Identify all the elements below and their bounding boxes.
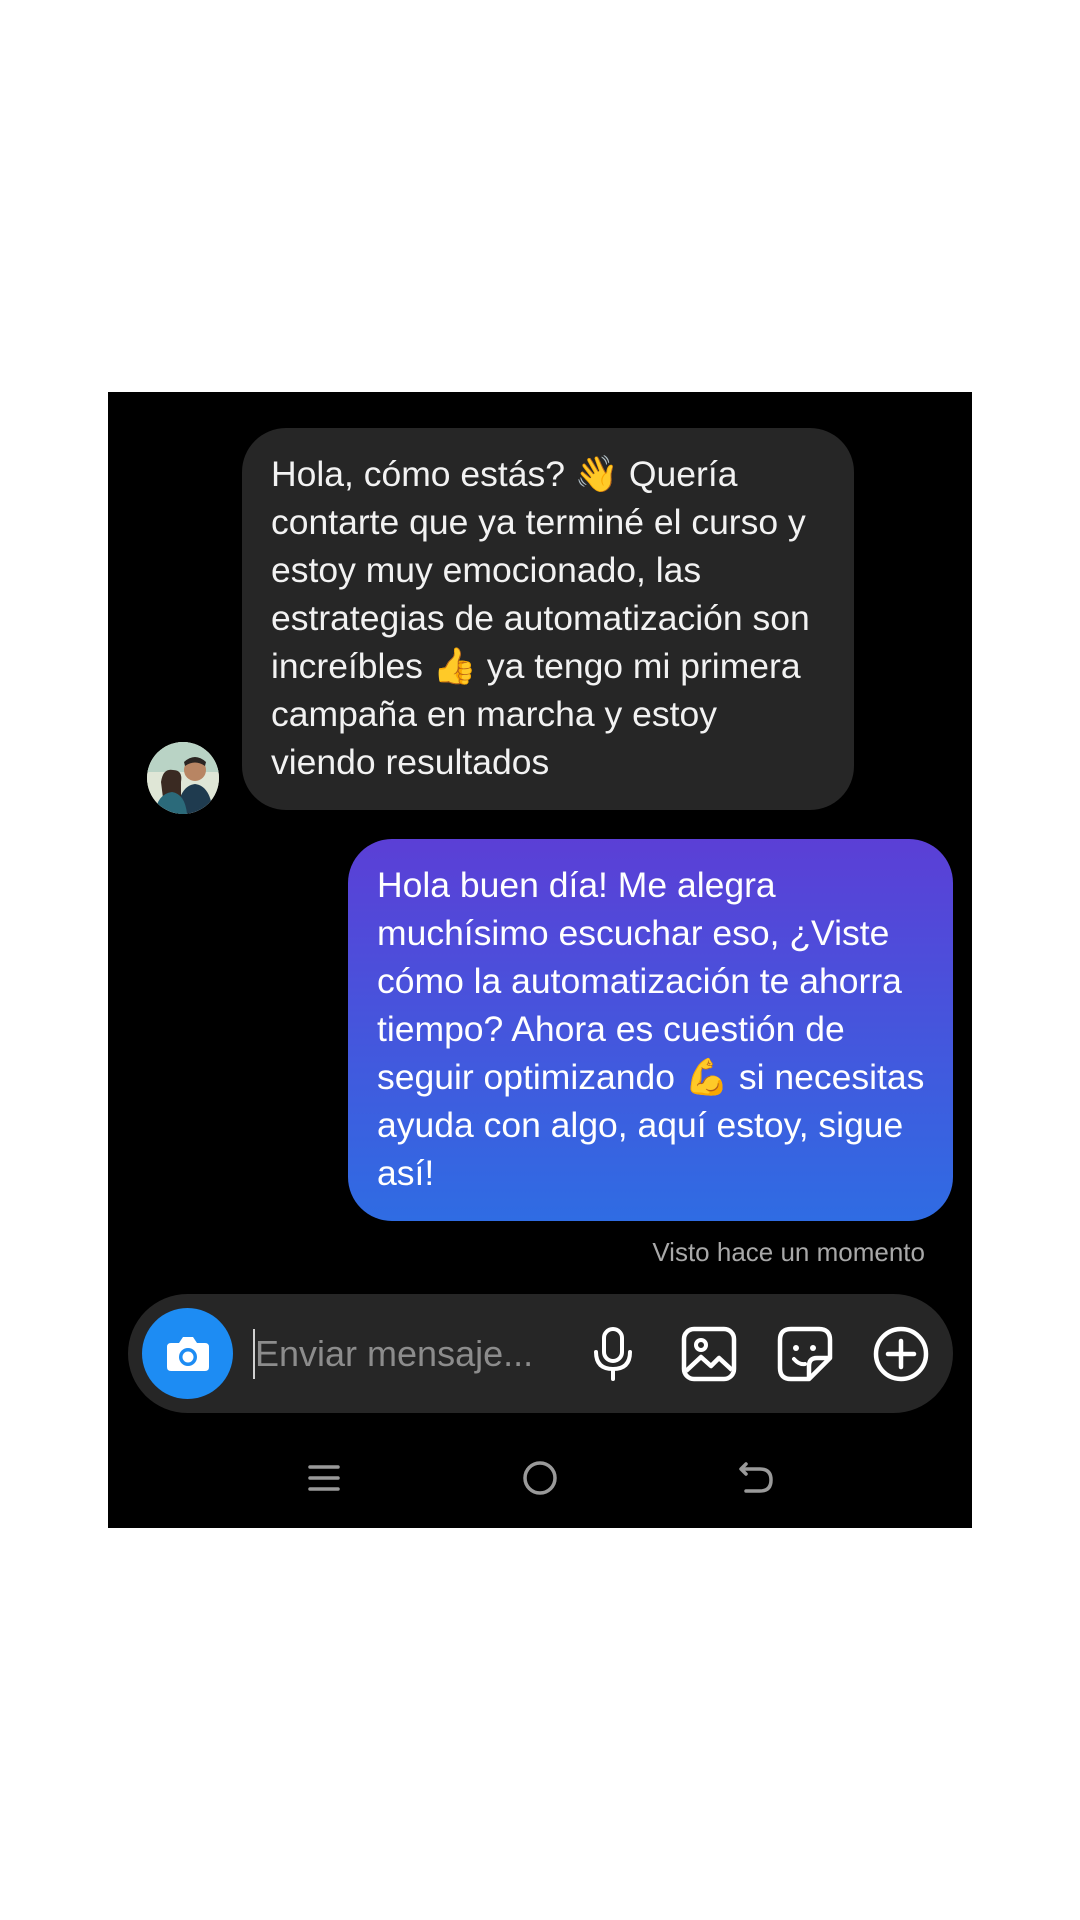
system-navigation-bar xyxy=(108,1437,972,1517)
gallery-icon xyxy=(681,1326,737,1382)
camera-button[interactable] xyxy=(142,1308,233,1399)
sticker-icon xyxy=(777,1326,833,1382)
message-composer xyxy=(128,1294,953,1413)
contact-avatar[interactable] xyxy=(147,742,219,814)
incoming-message-text: Hola, cómo estás? 👋 Quería contarte que … xyxy=(271,454,810,782)
camera-icon xyxy=(166,1336,209,1371)
avatar-photo-icon xyxy=(147,742,219,814)
sticker-button[interactable] xyxy=(775,1324,835,1384)
seen-status: Visto hace un momento xyxy=(652,1237,925,1267)
back-button[interactable] xyxy=(726,1453,786,1503)
outgoing-message-bubble: Hola buen día! Me alegra muchísimo escuc… xyxy=(348,839,953,1221)
back-icon xyxy=(739,1462,773,1493)
gallery-button[interactable] xyxy=(679,1324,739,1384)
home-button[interactable] xyxy=(510,1453,570,1503)
add-icon xyxy=(873,1326,929,1382)
message-input[interactable] xyxy=(255,1322,575,1386)
chat-screen: Hola, cómo estás? 👋 Quería contarte que … xyxy=(108,392,972,1528)
voice-message-button[interactable] xyxy=(583,1324,643,1384)
incoming-message-bubble: Hola, cómo estás? 👋 Quería contarte que … xyxy=(242,428,854,810)
outgoing-message-text: Hola buen día! Me alegra muchísimo escuc… xyxy=(377,865,925,1193)
menu-icon xyxy=(308,1465,340,1491)
microphone-icon xyxy=(594,1327,632,1381)
recent-apps-button[interactable] xyxy=(294,1453,354,1503)
home-icon xyxy=(523,1461,557,1495)
add-button[interactable] xyxy=(871,1324,931,1384)
